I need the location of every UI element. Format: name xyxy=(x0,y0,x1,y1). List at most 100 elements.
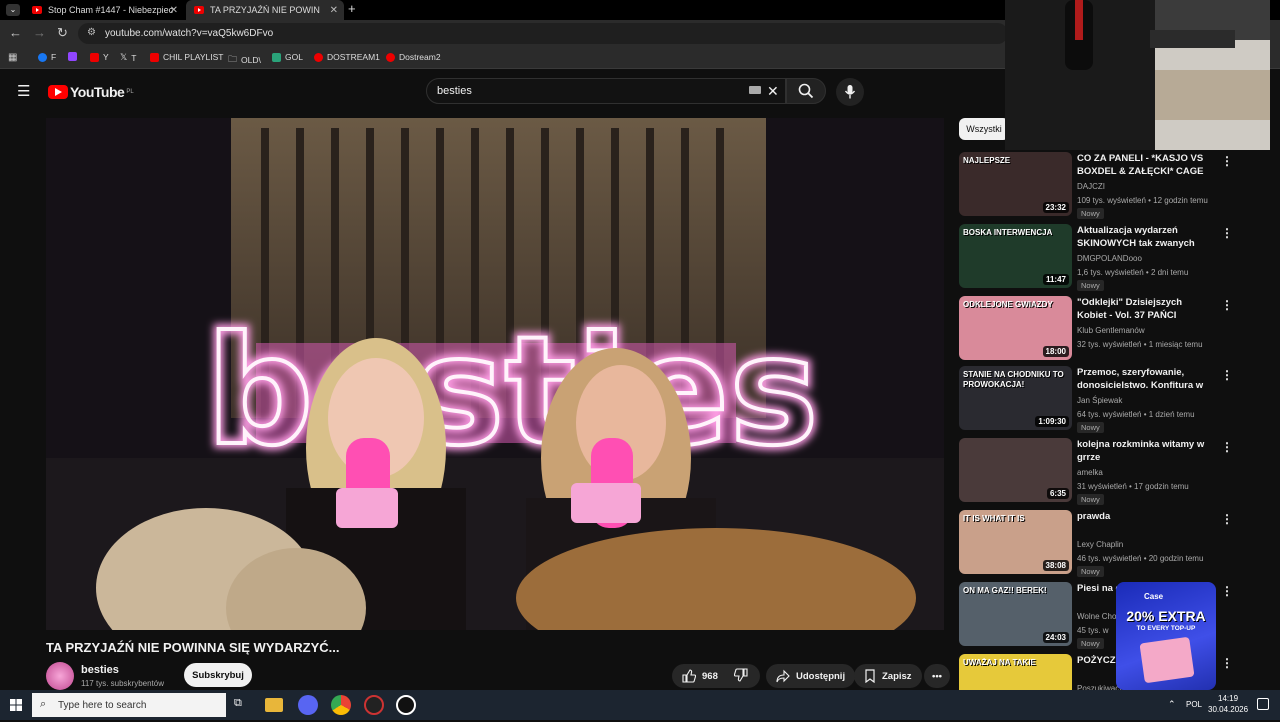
channel-name[interactable]: besties xyxy=(81,664,119,676)
ad-headline: 20% EXTRA xyxy=(1126,608,1206,624)
youtube-logo[interactable]: YouTube PL xyxy=(48,84,134,100)
video-title: Aktualizacja wydarzeń SKINOWYCH tak zwan… xyxy=(1077,225,1195,249)
related-video-item[interactable]: NAJLEPSZE 23:32 CO ZA PANELI - *KASJO VS B… xyxy=(959,152,1259,220)
close-tab-icon[interactable]: ✕ xyxy=(330,5,338,16)
windows-start-icon[interactable] xyxy=(10,699,22,711)
related-video-item[interactable]: IT IS WHAT IT IS 38:08 prawda Lexy Chaplin 4… xyxy=(959,510,1259,578)
tray-expand-icon[interactable]: ⌃ xyxy=(1168,699,1176,710)
x-logo-icon: 𝕏 xyxy=(120,52,128,62)
clear-search-icon[interactable]: ✕ xyxy=(767,83,779,100)
related-video-item[interactable]: STANIE NA CHODNIKU TO PROWOKACJA! 1:09:30… xyxy=(959,366,1259,434)
bookmark-dostream1[interactable]: DOSTREAM1 xyxy=(314,52,380,62)
taskbar-search-field[interactable]: ⌕ Type here to search xyxy=(32,693,226,717)
language-indicator[interactable]: POL xyxy=(1186,700,1202,709)
tab-label: Stop Cham #1447 - Niebezpiec xyxy=(48,5,174,15)
notifications-icon[interactable] xyxy=(1257,698,1269,710)
thumbnail-caption: ON MA GAZ!! BEREK! xyxy=(963,586,1047,595)
app-icon[interactable] xyxy=(396,695,416,715)
more-options-icon[interactable]: ⋮ xyxy=(1221,440,1233,454)
video-thumbnail[interactable]: NAJLEPSZE 23:32 xyxy=(959,152,1072,216)
bookmark-folder-old[interactable]: 🗀 OLD\ xyxy=(228,52,261,68)
search-input[interactable]: besties ✕ xyxy=(426,78,786,104)
back-icon[interactable]: ← xyxy=(9,25,22,40)
more-options-icon[interactable]: ⋮ xyxy=(1221,584,1233,598)
more-options-icon[interactable]: ⋮ xyxy=(1221,512,1233,526)
close-tab-icon[interactable]: ✕ xyxy=(170,5,178,16)
tab-list-button[interactable]: ⌄ xyxy=(6,4,20,16)
task-view-icon[interactable]: ⧉ xyxy=(234,697,242,710)
filter-chip-all[interactable]: Wszystki xyxy=(959,118,1009,140)
save-button[interactable]: Zapisz xyxy=(854,664,922,688)
more-options-icon[interactable]: ⋮ xyxy=(1221,226,1233,240)
voice-search-button[interactable] xyxy=(836,78,864,106)
thumbs-up-icon xyxy=(682,669,696,683)
dostream-icon xyxy=(386,52,395,62)
bookmark-chil-playlist[interactable]: CHIL PLAYLIST xyxy=(150,52,223,62)
more-options-icon[interactable]: ⋮ xyxy=(1221,154,1233,168)
video-duration: 11:47 xyxy=(1042,274,1069,285)
tab-stop-cham[interactable]: Stop Cham #1447 - Niebezpiec ✕ xyxy=(24,0,184,20)
video-thumbnail[interactable]: IT IS WHAT IT IS 38:08 xyxy=(959,510,1072,574)
ad-banner[interactable]: Case 20% EXTRA TO EVERY TOP-UP xyxy=(1116,582,1216,690)
reload-icon[interactable]: ↻ xyxy=(57,25,68,41)
thumbnail-caption: BOSKA INTERWENCJA xyxy=(963,228,1053,237)
related-video-item[interactable]: 6:35 kolejna rozkminka witamy w grrze amel… xyxy=(959,438,1259,506)
taskbar-clock[interactable]: 14:19 30.04.2026 xyxy=(1208,693,1248,715)
bookmark-f[interactable]: F xyxy=(38,52,56,62)
video-title: kolejna rozkminka witamy w grrze xyxy=(1077,439,1205,463)
video-title: "Odklejki" Dzisiejszych Kobiet - Vol. 37… xyxy=(1077,297,1183,321)
search-button[interactable] xyxy=(786,78,826,104)
obs-icon[interactable] xyxy=(364,695,384,715)
video-player[interactable]: besties besties xyxy=(46,118,944,630)
like-button[interactable]: 968 xyxy=(682,669,718,683)
url-field[interactable]: ⚙ youtube.com/watch?v=vaQ5kw6DFvo xyxy=(78,23,1008,44)
chrome-icon[interactable] xyxy=(331,695,351,715)
video-thumbnail[interactable]: ODKLEJONE GWIAZDY 18:00 xyxy=(959,296,1072,360)
view-count-and-age: 32 tys. wyświetleń • 1 miesiąc temu xyxy=(1077,340,1203,349)
video-title: prawda xyxy=(1077,511,1111,522)
youtube-icon xyxy=(150,52,159,62)
channel-name: DMGPOLANDooo xyxy=(1077,254,1142,263)
related-video-item[interactable]: BOSKA INTERWENCJA 11:47 Aktualizacja wydar… xyxy=(959,224,1259,292)
new-tab-icon[interactable]: + xyxy=(348,1,356,16)
discord-icon[interactable] xyxy=(298,695,318,715)
subscribe-button[interactable]: Subskrybuj xyxy=(184,663,252,687)
view-count-and-age: 31 wyświetleń • 17 godzin temu xyxy=(1077,482,1189,491)
bookmark-y[interactable]: Y xyxy=(90,52,109,62)
video-thumbnail[interactable]: STANIE NA CHODNIKU TO PROWOKACJA! 1:09:30 xyxy=(959,366,1072,430)
channel-name: Jan Śpiewak xyxy=(1077,396,1123,405)
video-duration: 18:00 xyxy=(1042,346,1069,357)
forward-icon[interactable]: → xyxy=(33,25,46,40)
file-explorer-icon[interactable] xyxy=(265,698,283,712)
related-video-item[interactable]: ODKLEJONE GWIAZDY 18:00 "Odklejki" Dzisiej… xyxy=(959,296,1259,364)
ad-subline: TO EVERY TOP-UP xyxy=(1136,625,1196,632)
video-thumbnail[interactable]: 6:35 xyxy=(959,438,1072,502)
clock-time: 14:19 xyxy=(1218,694,1239,703)
more-options-icon[interactable]: ⋮ xyxy=(1221,656,1233,670)
more-actions-button[interactable]: ••• xyxy=(924,664,950,688)
video-duration: 1:09:30 xyxy=(1035,416,1069,427)
more-options-icon[interactable]: ⋮ xyxy=(1221,368,1233,382)
apps-grid-icon[interactable]: ▦ xyxy=(8,52,17,63)
share-button[interactable]: Udostępnij xyxy=(766,664,856,688)
folder-icon: 🗀 xyxy=(228,54,238,64)
channel-avatar[interactable] xyxy=(46,662,74,690)
tab-active-video[interactable]: TA PRZYJAŹŃ NIE POWINNA SI ✕ xyxy=(186,0,344,20)
menu-icon[interactable]: ☰ xyxy=(17,82,30,100)
search-icon xyxy=(798,83,814,99)
site-info-icon[interactable]: ⚙ xyxy=(87,27,96,38)
more-options-icon[interactable]: ⋮ xyxy=(1221,298,1233,312)
new-badge: Nowy xyxy=(1077,638,1104,649)
dostream-icon xyxy=(314,52,323,62)
video-thumbnail[interactable]: BOSKA INTERWENCJA 11:47 xyxy=(959,224,1072,288)
view-count-and-age: 1,6 tys. wyświetleń • 2 dni temu xyxy=(1077,268,1189,277)
bookmark-dostream2[interactable]: Dostream2 xyxy=(386,52,441,62)
bookmark-t[interactable]: 𝕏T xyxy=(120,52,136,63)
video-thumbnail[interactable]: ON MA GAZ!! BEREK! 24:03 xyxy=(959,582,1072,646)
bookmark-twitch[interactable] xyxy=(68,52,81,61)
youtube-favicon-icon xyxy=(32,6,42,14)
bookmark-gol[interactable]: GOL xyxy=(272,52,303,62)
keyboard-icon[interactable] xyxy=(749,86,761,94)
dislike-button[interactable] xyxy=(733,667,748,685)
new-badge: Nowy xyxy=(1077,208,1104,219)
